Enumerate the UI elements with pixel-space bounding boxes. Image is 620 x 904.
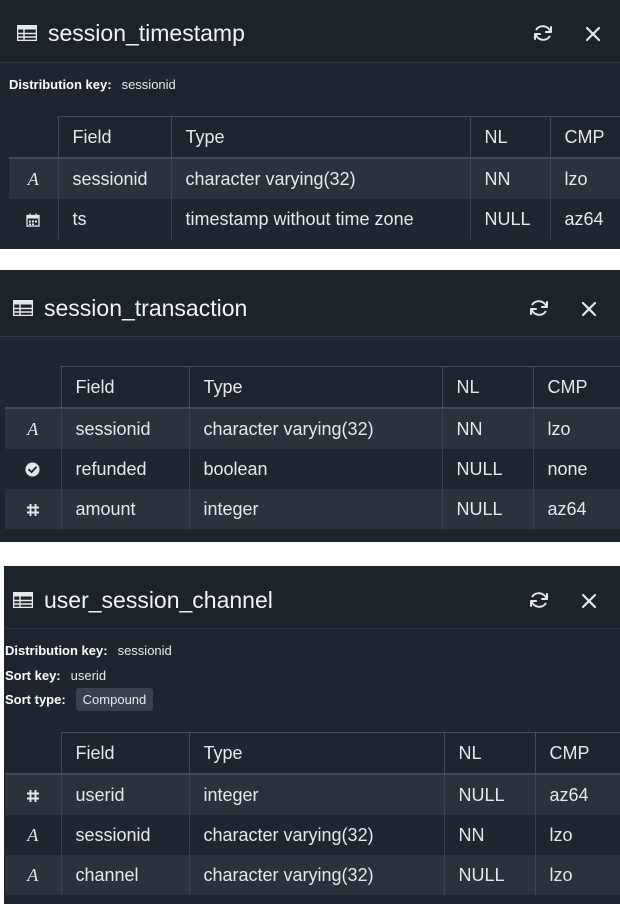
type-cell: character varying(32): [188, 855, 444, 895]
field-cell: amount: [60, 489, 189, 529]
field-cell: channel: [60, 855, 189, 895]
nl-cell: NULL: [441, 489, 533, 529]
table-header-row: Field Type NL CMP: [5, 366, 620, 409]
field-cell: sessionid: [60, 408, 189, 449]
close-icon[interactable]: [585, 26, 601, 42]
table-row[interactable]: ts timestamp without time zone NULL az64: [9, 199, 620, 239]
distribution-key-label: Distribution key:: [5, 643, 108, 658]
field-cell: sessionid: [60, 815, 189, 855]
column-header-type[interactable]: Type: [188, 732, 445, 775]
table-row[interactable]: A sessionid character varying(32) NN lzo: [9, 158, 620, 199]
nl-cell: NN: [443, 815, 535, 855]
panel-title: session_transaction: [44, 295, 248, 321]
panel-header: user_session_channel: [4, 566, 620, 629]
panel-header: session_timestamp: [0, 0, 620, 63]
table-icon: [13, 300, 33, 316]
column-header-field[interactable]: Field: [60, 366, 190, 409]
field-cell: userid: [60, 774, 189, 815]
column-header-cmp[interactable]: CMP: [532, 366, 620, 409]
cmp-cell: az64: [532, 489, 620, 529]
sort-key: Sort key: userid: [5, 668, 106, 683]
close-icon[interactable]: [581, 593, 597, 609]
column-header-nl[interactable]: NL: [441, 366, 534, 409]
panel-title: user_session_channel: [44, 587, 273, 613]
table-panel-user-session-channel: user_session_channel Distribution key: se…: [4, 566, 620, 904]
type-cell: timestamp without time zone: [170, 199, 470, 239]
column-header-cmp[interactable]: CMP: [534, 732, 620, 775]
columns-table: Field Type NL CMP A sessionid character …: [9, 116, 620, 239]
nl-cell: NN: [469, 158, 550, 199]
nl-cell: NULL: [469, 199, 550, 239]
column-header-nl[interactable]: NL: [469, 116, 551, 159]
table-row[interactable]: A sessionid character varying(32) NN lzo: [5, 815, 620, 855]
sort-type: Sort type: Compound: [5, 688, 154, 711]
column-header-cmp[interactable]: CMP: [549, 116, 620, 159]
panel-header: session_transaction: [0, 270, 620, 337]
table-row[interactable]: refunded boolean NULL none: [5, 449, 620, 489]
sort-key-value: userid: [70, 668, 107, 683]
cmp-cell: az64: [549, 199, 620, 239]
field-cell: ts: [57, 199, 171, 239]
column-header-type[interactable]: Type: [170, 116, 471, 159]
refresh-icon[interactable]: [527, 588, 551, 612]
field-cell: refunded: [60, 449, 189, 489]
table-row[interactable]: userid integer NULL az64: [5, 774, 620, 815]
type-cell: character varying(32): [170, 158, 470, 199]
panel-title: session_timestamp: [48, 20, 245, 46]
distribution-key-label: Distribution key:: [9, 77, 112, 92]
calendar-icon: [9, 199, 58, 239]
nl-cell: NULL: [443, 855, 535, 895]
text-type-icon: A: [9, 158, 58, 199]
column-header-nl[interactable]: NL: [443, 732, 536, 775]
table-icon: [13, 592, 33, 608]
columns-table: Field Type NL CMP userid integer NULL az…: [5, 732, 620, 895]
hash-icon: [5, 774, 61, 815]
table-header-row: Field Type NL CMP: [5, 732, 620, 775]
type-cell: character varying(32): [188, 815, 444, 855]
hash-icon: [5, 489, 61, 529]
type-cell: integer: [188, 489, 442, 529]
cmp-cell: az64: [534, 774, 620, 815]
type-cell: boolean: [188, 449, 442, 489]
nl-cell: NULL: [441, 449, 533, 489]
text-type-icon: A: [5, 855, 61, 895]
table-panel-session-transaction: session_transaction Field Type NL CMP A …: [0, 270, 620, 542]
column-header-type[interactable]: Type: [188, 366, 443, 409]
nl-cell: NULL: [443, 774, 535, 815]
cmp-cell: lzo: [534, 855, 620, 895]
table-panel-session-timestamp: session_timestamp Distribution key: sessi…: [0, 0, 620, 249]
distribution-key: Distribution key: sessionid: [5, 643, 172, 658]
distribution-key-value: sessionid: [121, 77, 176, 92]
header-icon-cell: [5, 366, 62, 409]
text-type-icon: A: [5, 815, 61, 855]
cmp-cell: lzo: [532, 408, 620, 449]
table-header-row: Field Type NL CMP: [9, 116, 620, 159]
table-row[interactable]: amount integer NULL az64: [5, 489, 620, 529]
column-header-field[interactable]: Field: [57, 116, 172, 159]
refresh-icon[interactable]: [527, 296, 551, 320]
sort-type-badge: Compound: [75, 688, 154, 711]
close-icon[interactable]: [581, 301, 597, 317]
type-cell: integer: [188, 774, 444, 815]
table-row[interactable]: A channel character varying(32) NULL lzo: [5, 855, 620, 895]
header-icon-cell: [5, 732, 62, 775]
columns-table: Field Type NL CMP A sessionid character …: [5, 366, 620, 529]
text-type-icon: A: [5, 408, 61, 449]
cmp-cell: lzo: [549, 158, 620, 199]
check-circle-icon: [5, 449, 61, 489]
header-icon-cell: [9, 116, 59, 159]
sort-type-label: Sort type:: [5, 692, 66, 707]
cmp-cell: none: [532, 449, 620, 489]
refresh-icon[interactable]: [531, 21, 555, 45]
distribution-key: Distribution key: sessionid: [9, 77, 176, 92]
cmp-cell: lzo: [534, 815, 620, 855]
sort-key-label: Sort key:: [5, 668, 61, 683]
table-icon: [17, 25, 37, 41]
nl-cell: NN: [441, 408, 533, 449]
distribution-key-value: sessionid: [117, 643, 172, 658]
type-cell: character varying(32): [188, 408, 442, 449]
table-row[interactable]: A sessionid character varying(32) NN lzo: [5, 408, 620, 449]
column-header-field[interactable]: Field: [60, 732, 190, 775]
field-cell: sessionid: [57, 158, 171, 199]
